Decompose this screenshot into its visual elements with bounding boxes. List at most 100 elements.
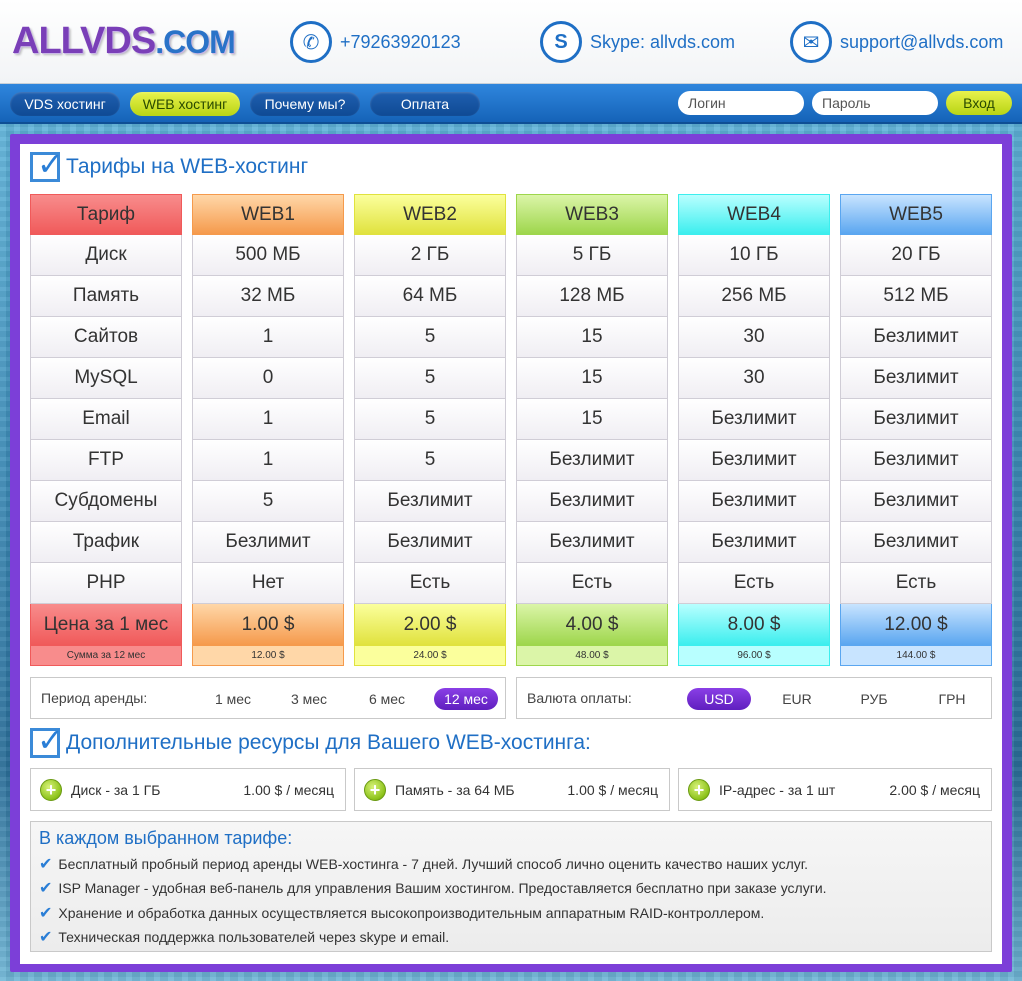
tariff-cell: Диск [30, 235, 182, 276]
period-option-6[interactable]: 6 мес [357, 688, 417, 710]
feature-text: Техническая поддержка пользователей чере… [58, 929, 450, 945]
tariff-cell: Безлимит [840, 317, 992, 358]
tariff-cell: 256 МБ [678, 276, 830, 317]
logo-suffix: .COM [155, 24, 236, 60]
tariff-cell: Есть [516, 563, 668, 604]
extra-label: IP-адрес - за 1 шт [719, 782, 836, 798]
tariff-cell: Безлимит [192, 522, 344, 563]
features-title: В каждом выбранном тарифе: [39, 828, 293, 848]
tariff-cell: Безлимит [840, 440, 992, 481]
plus-icon[interactable]: + [688, 779, 710, 801]
tariff-header: WEB1 [192, 194, 344, 235]
login-button[interactable]: Вход [946, 91, 1012, 115]
extra-memory[interactable]: + Память - за 64 МБ 1.00 $ / месяц [354, 768, 670, 811]
tariff-sum: 96.00 $ [678, 646, 830, 666]
skype-icon: S [540, 21, 582, 63]
tariff-cell: Безлимит [840, 399, 992, 440]
feature-item: ✔ Хранение и обработка данных осуществляе… [39, 903, 764, 923]
extra-price: 2.00 $ / месяц [889, 782, 980, 798]
tariff-cell: Безлимит [354, 522, 506, 563]
extra-price: 1.00 $ / месяц [567, 782, 658, 798]
tariff-cell: 5 [354, 317, 506, 358]
tariff-cell: Email [30, 399, 182, 440]
tariff-price: 1.00 $ [192, 604, 344, 646]
email-address[interactable]: support@allvds.com [840, 32, 1003, 53]
password-input[interactable] [812, 91, 938, 115]
tariff-cell: Есть [678, 563, 830, 604]
currency-selector: Валюта оплаты: USD EUR РУБ ГРН [516, 677, 992, 719]
tariff-cell: 2 ГБ [354, 235, 506, 276]
nav-web-hosting[interactable]: WEB хостинг [130, 92, 240, 116]
tariff-cell: 5 ГБ [516, 235, 668, 276]
tariff-cell: 15 [516, 399, 668, 440]
tariff-cell: MySQL [30, 358, 182, 399]
features-box: В каждом выбранном тарифе: ✔ Бесплатный п… [30, 821, 992, 952]
tariff-price: 12.00 $ [840, 604, 992, 646]
logo[interactable]: ALLVDS.COM [12, 20, 236, 63]
tariff-column-web5[interactable]: WEB5 20 ГБ 512 МБ Безлимит Безлимит Безлимит Б… [840, 194, 992, 666]
period-selector: Период аренды: 1 мес 3 мес 6 мес 12 мес [30, 677, 506, 719]
check-icon: ✔ [39, 905, 53, 922]
plus-icon[interactable]: + [364, 779, 386, 801]
tariff-cell: Безлимит [840, 481, 992, 522]
tariff-cell: 5 [354, 358, 506, 399]
header: ALLVDS.COM ✆ +79263920123 S Skype: allvd… [0, 0, 1022, 84]
tariffs-heading: ✓ Тарифы на WEB-хостинг [30, 146, 308, 182]
period-option-3[interactable]: 3 мес [279, 688, 339, 710]
envelope-icon: ✉ [790, 21, 832, 63]
tariff-cell: Безлимит [354, 481, 506, 522]
feature-text: ISP Manager - удобная веб-панель для упр… [58, 880, 827, 896]
tariff-cell: 20 ГБ [840, 235, 992, 276]
tariff-cell: Память [30, 276, 182, 317]
tariff-column-web4[interactable]: WEB4 10 ГБ 256 МБ 30 30 Безлимит Безлимит Безли… [678, 194, 830, 666]
currency-option-eur[interactable]: EUR [767, 688, 827, 710]
tariff-cell: Безлимит [678, 522, 830, 563]
tariff-header: WEB3 [516, 194, 668, 235]
extra-ip[interactable]: + IP-адрес - за 1 шт 2.00 $ / месяц [678, 768, 992, 811]
tariff-cell: 15 [516, 358, 668, 399]
currency-option-rub[interactable]: РУБ [844, 688, 904, 710]
tariff-cell: Безлимит [516, 522, 668, 563]
tariff-sum: 24.00 $ [354, 646, 506, 666]
tariff-cell: 5 [354, 440, 506, 481]
extra-disk[interactable]: + Диск - за 1 ГБ 1.00 $ / месяц [30, 768, 346, 811]
period-label: Период аренды: [41, 690, 148, 706]
tariff-cell: Безлимит [678, 481, 830, 522]
tariff-header: Тариф [30, 194, 182, 235]
plus-icon[interactable]: + [40, 779, 62, 801]
login-input[interactable] [678, 91, 804, 115]
period-option-12[interactable]: 12 мес [434, 688, 498, 710]
currency-option-uah[interactable]: ГРН [922, 688, 982, 710]
nav-vds-hosting[interactable]: VDS хостинг [10, 92, 120, 116]
tariff-cell: 64 МБ [354, 276, 506, 317]
tariff-cell: 15 [516, 317, 668, 358]
period-option-1[interactable]: 1 мес [203, 688, 263, 710]
nav-why-us[interactable]: Почему мы? [250, 92, 360, 116]
tariff-cell: Сайтов [30, 317, 182, 358]
tariff-price: 8.00 $ [678, 604, 830, 646]
extra-label: Память - за 64 МБ [395, 782, 515, 798]
nav-payment[interactable]: Оплата [370, 92, 480, 116]
skype-contact: S Skype: allvds.com [540, 20, 735, 64]
tariff-cell: 30 [678, 358, 830, 399]
phone-number: +79263920123 [340, 31, 461, 52]
check-icon: ✔ [39, 880, 53, 897]
extra-label: Диск - за 1 ГБ [71, 782, 161, 798]
tariff-price: 2.00 $ [354, 604, 506, 646]
tariff-cell: 128 МБ [516, 276, 668, 317]
tariff-column-web2[interactable]: WEB2 2 ГБ 64 МБ 5 5 5 5 Безлимит Безлимит Есть 2.0… [354, 194, 506, 666]
tariff-column-web1[interactable]: WEB1 500 МБ 32 МБ 1 0 1 1 5 Безлимит Нет 1.00 $12.… [192, 194, 344, 666]
tariff-price: 4.00 $ [516, 604, 668, 646]
tariff-cell: FTP [30, 440, 182, 481]
feature-text: Бесплатный пробный период аренды WEB-хос… [58, 856, 809, 872]
extras-heading: ✓ Дополнительные ресурсы для Вашего WEB-… [30, 722, 591, 758]
tariff-cell: 0 [192, 358, 344, 399]
currency-option-usd[interactable]: USD [687, 688, 751, 710]
tariff-column-web3[interactable]: WEB3 5 ГБ 128 МБ 15 15 15 Безлимит Безлимит Безл… [516, 194, 668, 666]
feature-item: ✔ ISP Manager - удобная веб-панель для уп… [39, 878, 827, 898]
phone-contact: ✆ +79263920123 [290, 20, 461, 64]
tariff-cell: Безлимит [678, 440, 830, 481]
tariff-cell: Безлимит [678, 399, 830, 440]
tariff-cell: Нет [192, 563, 344, 604]
tariff-label-column: Тариф Диск Память Сайтов MySQL Email FTP Субдом… [30, 194, 182, 666]
